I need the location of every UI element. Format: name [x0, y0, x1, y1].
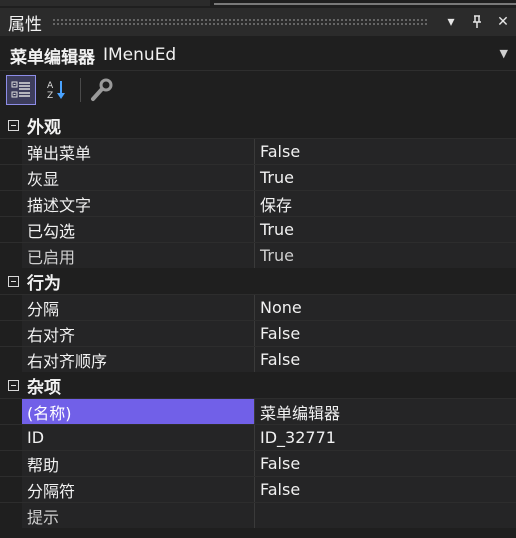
property-name: 灰显 — [22, 165, 255, 190]
drag-grip[interactable] — [52, 18, 428, 26]
property-value[interactable]: None — [255, 295, 516, 320]
category-label: 杂项 — [27, 377, 61, 398]
category-misc[interactable]: 杂项 — [0, 372, 516, 398]
category-appearance[interactable]: 外观 — [0, 112, 516, 138]
object-name: 菜单编辑器 — [10, 47, 95, 68]
property-name: 弹出菜单 — [22, 139, 255, 164]
property-row[interactable]: 灰显 True — [0, 164, 516, 190]
property-row[interactable]: 已勾选 True — [0, 216, 516, 242]
property-name: 描述文字 — [22, 191, 255, 216]
property-name: 分隔符 — [22, 477, 255, 502]
chevron-down-icon[interactable]: ▼ — [500, 47, 508, 60]
collapse-icon[interactable] — [8, 275, 19, 287]
property-name: 帮助 — [22, 451, 255, 476]
property-row[interactable]: 帮助 False — [0, 450, 516, 476]
collapse-icon[interactable] — [8, 379, 19, 391]
property-row[interactable]: 已启用 True — [0, 242, 516, 268]
property-grid: 外观 弹出菜单 False 灰显 True 描述文字 保存 已勾选 True 已… — [0, 112, 516, 528]
property-row[interactable]: 分隔符 False — [0, 476, 516, 502]
property-name: 右对齐 — [22, 321, 255, 346]
property-row[interactable]: 右对齐 False — [0, 320, 516, 346]
property-value[interactable]: 菜单编辑器 — [255, 399, 516, 424]
panel-titlebar[interactable]: 属性 ▾ ✕ — [0, 8, 516, 36]
property-value[interactable] — [255, 503, 516, 528]
property-row[interactable]: 分隔 None — [0, 294, 516, 320]
properties-toolbar: A Z — [0, 72, 516, 108]
property-name: ID — [22, 425, 255, 450]
categorized-icon — [11, 81, 30, 98]
property-name: 已勾选 — [22, 217, 255, 242]
pin-icon[interactable] — [464, 8, 490, 36]
category-label: 外观 — [27, 117, 61, 138]
top-edge — [0, 0, 516, 6]
property-row[interactable]: ID ID_32771 — [0, 424, 516, 450]
wrench-icon — [91, 78, 113, 101]
property-pages-button[interactable] — [87, 75, 117, 105]
property-value[interactable]: True — [255, 243, 516, 268]
property-row-selected[interactable]: (名称) 菜单编辑器 — [0, 398, 516, 424]
category-behavior[interactable]: 行为 — [0, 268, 516, 294]
category-label: 行为 — [27, 273, 61, 294]
object-type: IMenuEd — [103, 45, 177, 65]
window-position-dropdown-icon[interactable]: ▾ — [438, 8, 464, 36]
collapse-icon[interactable] — [8, 119, 19, 131]
svg-text:Z: Z — [47, 91, 53, 101]
svg-text:A: A — [47, 81, 54, 91]
close-icon[interactable]: ✕ — [490, 8, 516, 36]
property-value[interactable]: ID_32771 — [255, 425, 516, 450]
object-selector[interactable]: 菜单编辑器 IMenuEd ▼ — [0, 40, 516, 71]
property-value[interactable]: False — [255, 451, 516, 476]
property-row[interactable]: 描述文字 保存 — [0, 190, 516, 216]
toolbar-separator — [80, 78, 81, 102]
property-row[interactable]: 提示 — [0, 502, 516, 528]
property-name: 分隔 — [22, 295, 255, 320]
property-value[interactable]: False — [255, 347, 516, 372]
property-value[interactable]: True — [255, 217, 516, 242]
panel-title: 属性 — [8, 14, 42, 35]
property-row[interactable]: 弹出菜单 False — [0, 138, 516, 164]
property-value[interactable]: False — [255, 477, 516, 502]
property-name: (名称) — [22, 399, 255, 424]
property-value[interactable]: False — [255, 321, 516, 346]
property-value[interactable]: True — [255, 165, 516, 190]
property-value[interactable]: 保存 — [255, 191, 516, 216]
property-name: 右对齐顺序 — [22, 347, 255, 372]
property-value[interactable]: False — [255, 139, 516, 164]
property-row[interactable]: 右对齐顺序 False — [0, 346, 516, 372]
property-name: 提示 — [22, 503, 255, 528]
categorized-button[interactable] — [6, 75, 36, 105]
alphabetical-button[interactable]: A Z — [42, 75, 72, 105]
property-name: 已启用 — [22, 243, 255, 268]
alphabetical-sort-icon: A Z — [47, 81, 65, 101]
